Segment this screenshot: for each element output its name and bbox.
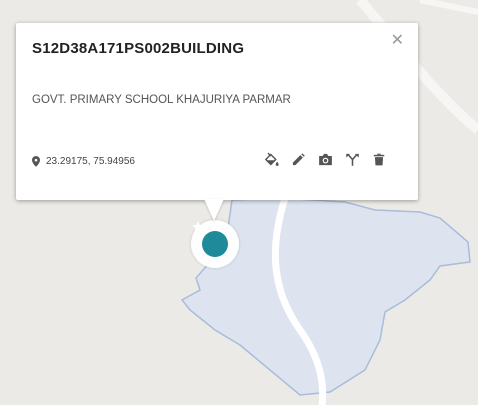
popup-tail: [204, 199, 224, 221]
split-icon: [345, 153, 359, 166]
close-button[interactable]: ✕: [391, 33, 404, 49]
fill-style-icon: [264, 152, 279, 166]
info-popup: S12D38A171PS002BUILDING ✕ GOVT. PRIMARY …: [16, 23, 418, 221]
coordinates-text: 23.29175, 75.94956: [46, 156, 135, 167]
camera-button[interactable]: [316, 150, 334, 168]
location-marker[interactable]: [191, 220, 239, 268]
edit-icon: [292, 152, 305, 165]
star-icon: [192, 221, 204, 233]
popup-subtitle: GOVT. PRIMARY SCHOOL KHAJURIYA PARMAR: [32, 94, 291, 106]
camera-icon: [318, 153, 332, 165]
fill-style-button[interactable]: [262, 150, 280, 168]
popup-toolbar: [262, 150, 388, 168]
popup-title: S12D38A171PS002BUILDING: [32, 40, 245, 57]
delete-button[interactable]: [370, 150, 388, 168]
edit-button[interactable]: [289, 150, 307, 168]
coordinates: 23.29175, 75.94956: [32, 156, 135, 167]
location-pin-icon: [32, 156, 40, 167]
delete-icon: [373, 153, 385, 165]
marker-dot: [192, 221, 228, 257]
split-button[interactable]: [343, 150, 361, 168]
map-road: [419, 0, 478, 15]
